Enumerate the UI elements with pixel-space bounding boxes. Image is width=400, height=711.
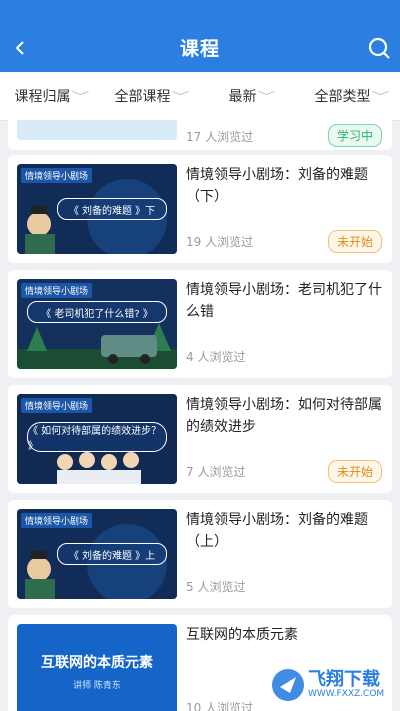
- course-title: 情境领导小剧场：老司机犯了什么错: [186, 282, 382, 320]
- thumbnail-banner: 《 老司机犯了什么错? 》: [27, 301, 167, 323]
- status-badge: 学习中: [327, 124, 382, 147]
- course-card[interactable]: 情境领导小剧场 《 如何对待部属的绩效进步？ 》 情境领导小剧场：如何对待部属的…: [8, 385, 392, 493]
- course-card[interactable]: 情境领导小剧场 《 刘备的难题 》上 情境领导小剧场：刘备的难题（上） 5 人浏…: [8, 500, 392, 608]
- thumbnail-tag: 情境领导小剧场: [21, 168, 93, 183]
- course-title: 情境领导小剧场：如何对待部属的绩效进步: [186, 397, 382, 435]
- course-card[interactable]: 17 人浏览过 学习中: [8, 120, 392, 150]
- chevron-down-icon: ﹀: [257, 90, 275, 103]
- view-count: 19 人浏览过: [186, 235, 254, 249]
- course-thumbnail: 情境领导小剧场 《 刘备的难题 》下: [17, 164, 177, 254]
- filter-all-courses[interactable]: 全部课程 ﹀: [100, 86, 200, 106]
- course-title: 情境领导小剧场：刘备的难题（上）: [186, 512, 368, 550]
- thumbnail-sub-text: 讲师 陈青东: [73, 681, 121, 691]
- view-count: 7 人浏览过: [186, 465, 246, 479]
- view-count: 17 人浏览过: [186, 130, 254, 144]
- status-badge: 未开始: [327, 230, 382, 253]
- course-card[interactable]: 情境领导小剧场 《 老司机犯了什么错? 》 情境领导小剧场：老司机犯了什么错 4…: [8, 270, 392, 378]
- search-icon[interactable]: [366, 35, 392, 61]
- thumbnail-tag: 情境领导小剧场: [21, 513, 93, 528]
- chevron-down-icon: ﹀: [71, 90, 89, 103]
- filter-all-types[interactable]: 全部类型 ﹀: [300, 86, 400, 106]
- course-thumbnail: 情境领导小剧场 《 刘备的难题 》上: [17, 509, 177, 599]
- course-card[interactable]: 情境领导小剧场 《 刘备的难题 》下 情境领导小剧场：刘备的难题（下） 19 人…: [8, 155, 392, 263]
- course-thumbnail: 情境领导小剧场 《 如何对待部属的绩效进步？ 》: [17, 394, 177, 484]
- thumbnail-tag: 情境领导小剧场: [21, 398, 93, 413]
- page-title: 课程: [179, 38, 220, 60]
- status-badge: 未开始: [327, 460, 382, 483]
- filter-bar: 课程归属 ﹀ 全部课程 ﹀ 最新 ﹀ 全部类型 ﹀: [0, 72, 400, 121]
- thumbnail-banner: 《 如何对待部属的绩效进步？ 》: [27, 422, 167, 452]
- chevron-down-icon: ﹀: [171, 90, 189, 103]
- view-count: 10 人浏览过: [186, 701, 254, 711]
- course-title: 互联网的本质元素: [186, 627, 298, 643]
- watermark-url: WWW.FXXZ.COM: [308, 689, 385, 699]
- course-thumbnail: [17, 120, 177, 140]
- course-list: 17 人浏览过 学习中 情境领导小剧场 《 刘备的难题 》下 情境领导小剧场：刘…: [0, 120, 400, 711]
- thumbnail-banner: 《 刘备的难题 》下: [57, 198, 167, 220]
- watermark-text: 飞翔下载: [308, 669, 380, 690]
- course-title: 情境领导小剧场：刘备的难题（下）: [186, 167, 368, 205]
- view-count: 5 人浏览过: [186, 580, 246, 594]
- chevron-down-icon: ﹀: [371, 90, 389, 103]
- app-header: 课程: [0, 0, 400, 72]
- thumbnail-tag: 情境领导小剧场: [21, 283, 93, 298]
- course-thumbnail: 互联网的本质元素 讲师 陈青东: [17, 624, 177, 711]
- thumbnail-main-text: 互联网的本质元素: [41, 655, 153, 671]
- watermark-logo: 飞翔下载 WWW.FXXZ.COM: [270, 663, 394, 707]
- filter-course-owner[interactable]: 课程归属 ﹀: [0, 86, 100, 106]
- thumbnail-banner: 《 刘备的难题 》上: [57, 543, 167, 565]
- course-thumbnail: 情境领导小剧场 《 老司机犯了什么错? 》: [17, 279, 177, 369]
- filter-latest[interactable]: 最新 ﹀: [200, 86, 300, 106]
- view-count: 4 人浏览过: [186, 350, 246, 364]
